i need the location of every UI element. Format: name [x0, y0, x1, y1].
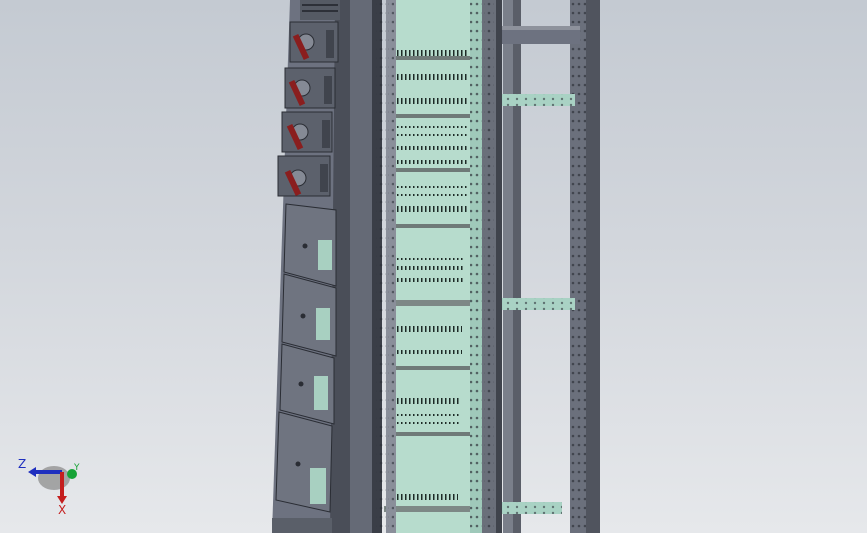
cabinet-model-drawing[interactable] — [0, 0, 867, 533]
middle-vertical-rails — [470, 0, 502, 533]
axis-triad: Z Y X — [18, 452, 88, 516]
drawer-panel — [281, 273, 337, 357]
mounting-plates — [384, 0, 475, 533]
drawer-panel — [283, 203, 337, 287]
breaker-module — [284, 67, 336, 109]
breaker-module — [277, 155, 331, 197]
x-axis-label: X — [58, 503, 67, 517]
cad-graphics-viewport[interactable]: Z Y X — [0, 0, 867, 533]
rear-frame-columns — [503, 0, 600, 533]
front-main-column — [350, 0, 396, 533]
z-axis-arrow — [28, 467, 36, 477]
drawer-column — [272, 0, 350, 533]
drawer-panel — [275, 411, 333, 513]
y-axis-label: Y — [74, 463, 80, 473]
z-axis-label: Z — [18, 457, 27, 471]
drawer-panel — [279, 343, 335, 425]
breaker-module — [281, 111, 333, 153]
breaker-module — [289, 21, 339, 63]
